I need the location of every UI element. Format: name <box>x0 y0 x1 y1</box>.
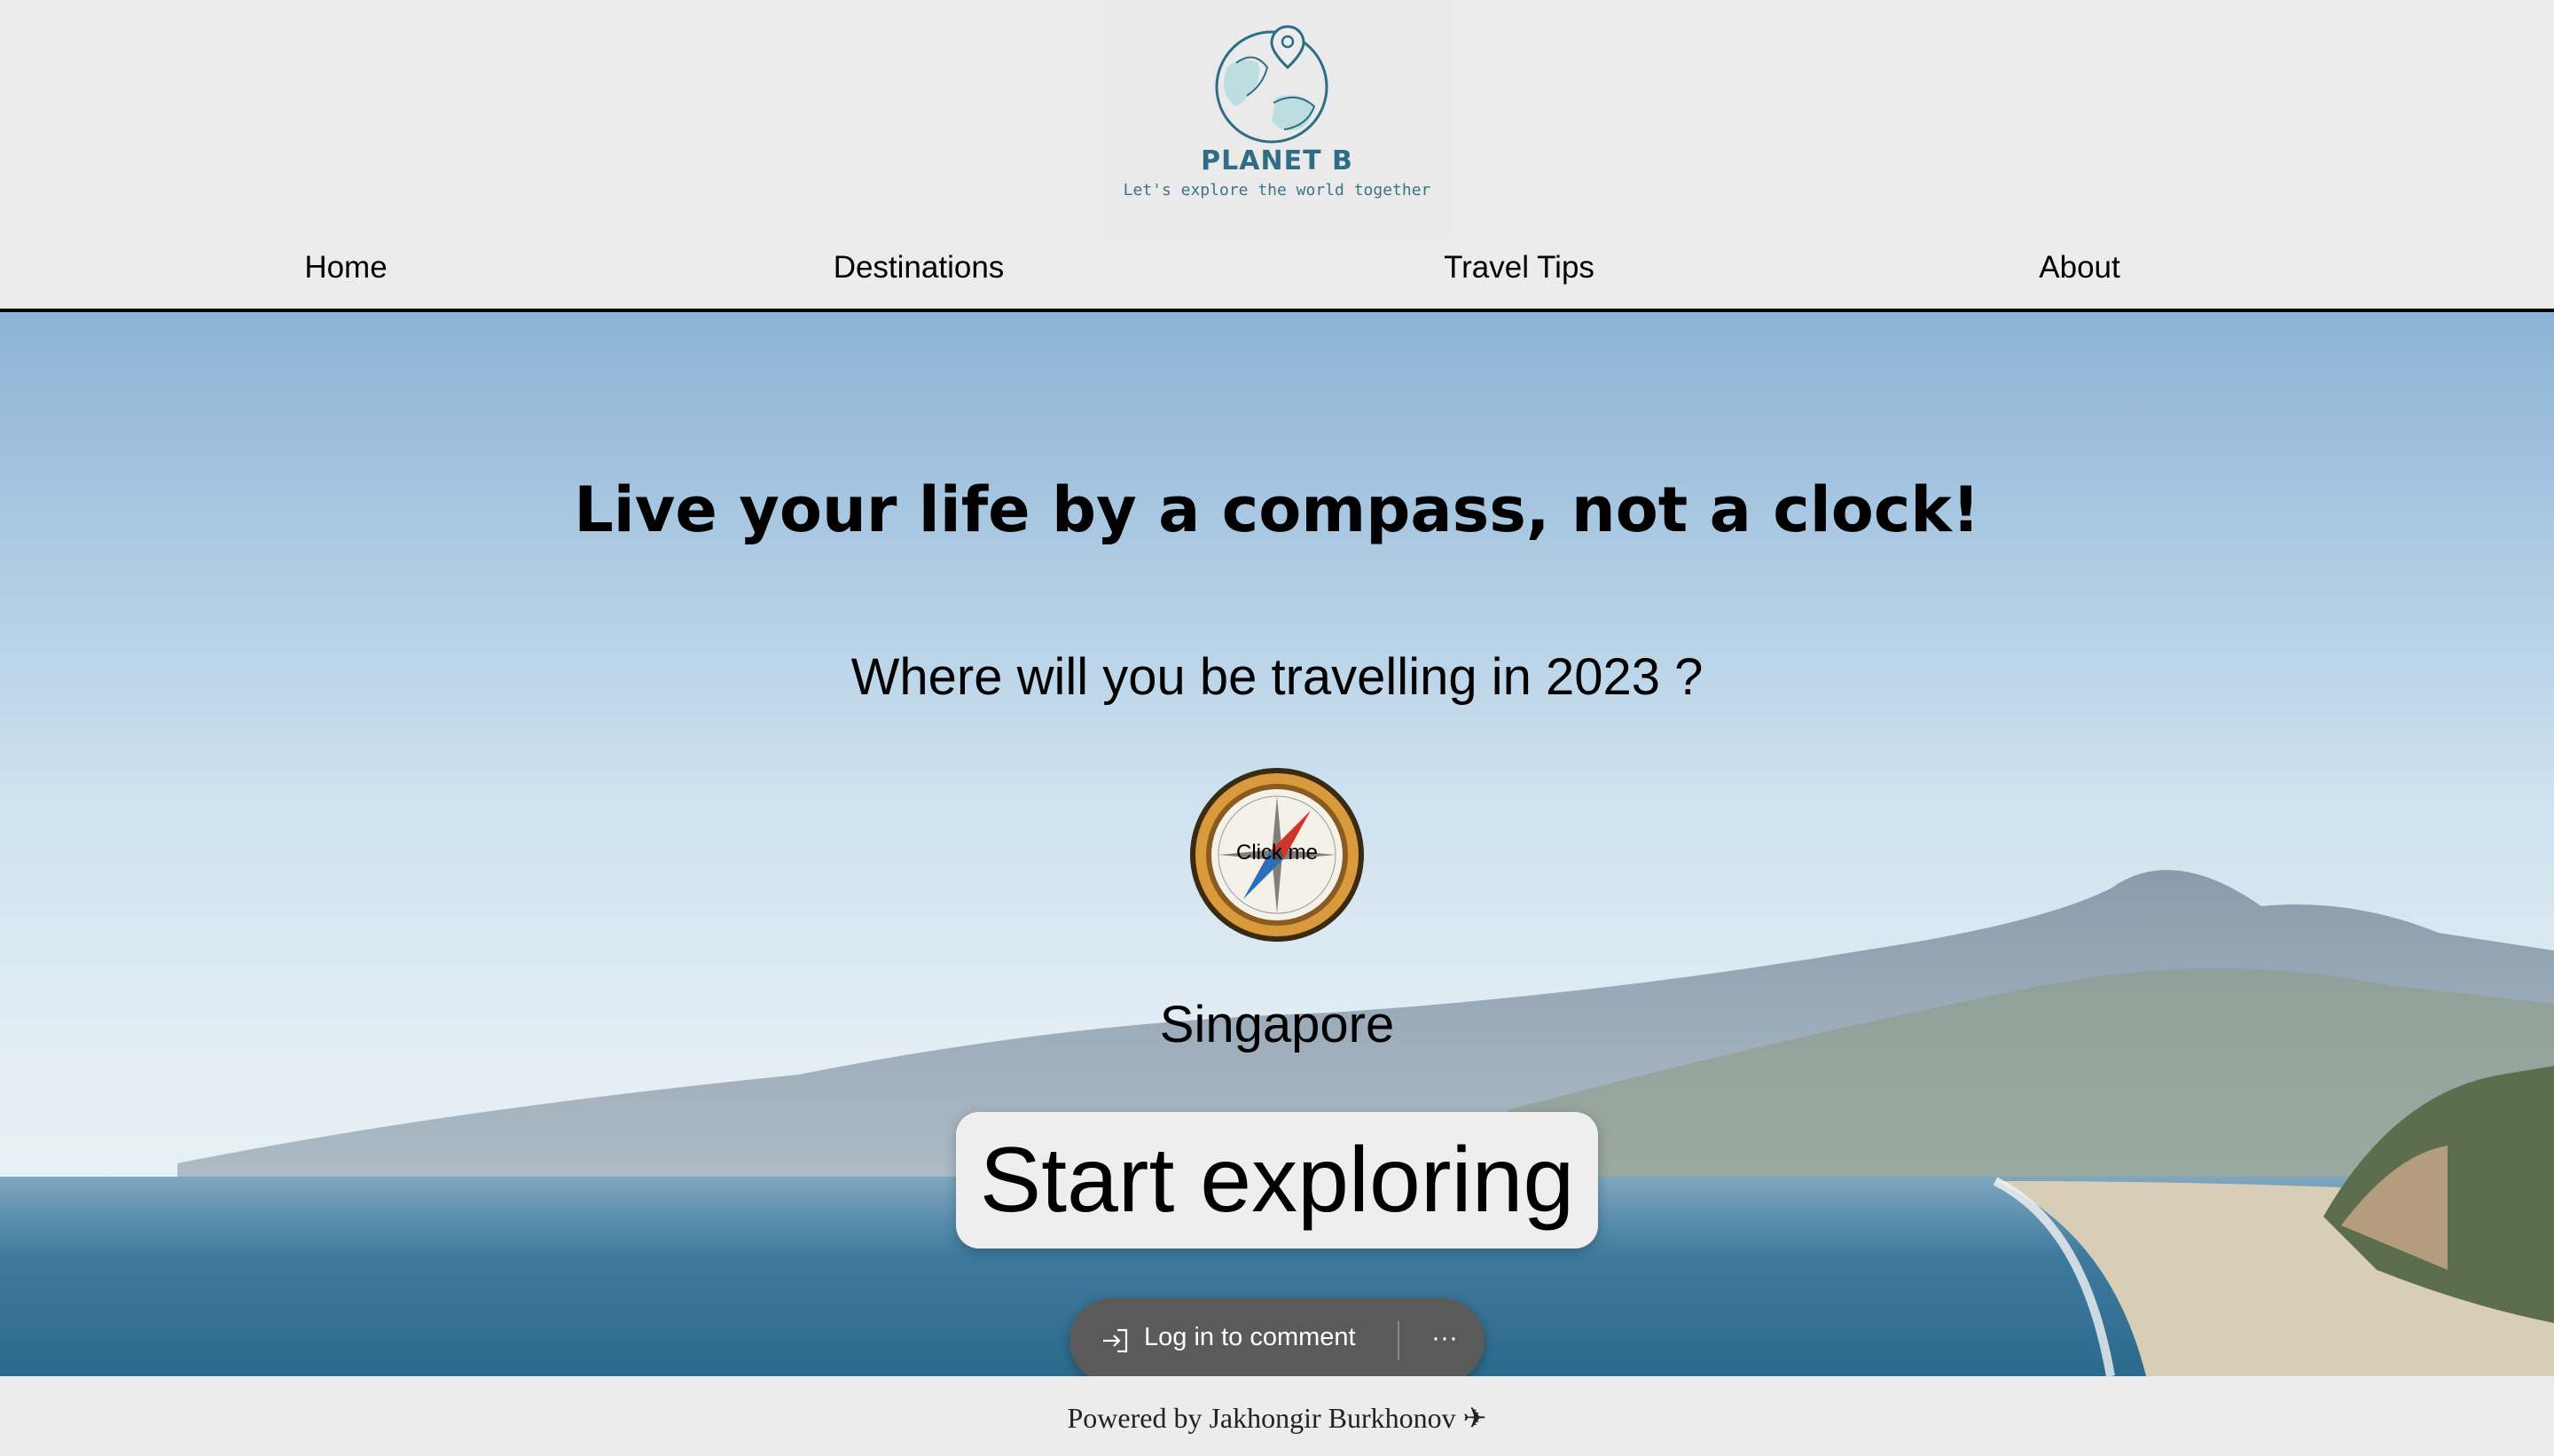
brand-name: PLANET B <box>1201 145 1353 176</box>
nav-travel-tips[interactable]: Travel Tips <box>1444 250 1594 286</box>
nav-destinations[interactable]: Destinations <box>834 250 1005 286</box>
login-to-comment-button[interactable]: Log in to comment <box>1144 1323 1356 1352</box>
site-header: PLANET B Let's explore the world togethe… <box>0 0 2554 241</box>
globe-logo-icon <box>1215 25 1328 144</box>
compass-icon <box>1190 768 1364 942</box>
hero-section: Live your life by a compass, not a clock… <box>0 312 2554 1376</box>
site-footer: Powered by Jakhongir Burkhonov ✈ <box>0 1376 2554 1456</box>
start-exploring-button[interactable]: Start exploring <box>956 1112 1598 1249</box>
hero-question: Where will you be travelling in 2023 ? <box>850 648 1704 706</box>
nav-about[interactable]: About <box>2039 250 2119 286</box>
main-nav: Home Destinations Travel Tips About <box>0 241 2554 312</box>
nav-home[interactable]: Home <box>304 250 387 286</box>
hero-headline: Live your life by a compass, not a clock… <box>574 474 1980 546</box>
footer-credit: Powered by Jakhongir Burkhonov ✈ <box>1067 1402 1487 1434</box>
brand-tagline: Let's explore the world together <box>1123 181 1431 200</box>
logo[interactable]: PLANET B Let's explore the world togethe… <box>1103 0 1451 238</box>
pill-divider <box>1398 1321 1399 1360</box>
comment-bar: Log in to comment ··· <box>1069 1298 1485 1383</box>
compass-button[interactable]: Click me <box>1188 766 1366 943</box>
login-icon <box>1103 1328 1128 1353</box>
destination-result: Singapore <box>1159 996 1395 1053</box>
more-options-icon[interactable]: ··· <box>1415 1316 1474 1366</box>
